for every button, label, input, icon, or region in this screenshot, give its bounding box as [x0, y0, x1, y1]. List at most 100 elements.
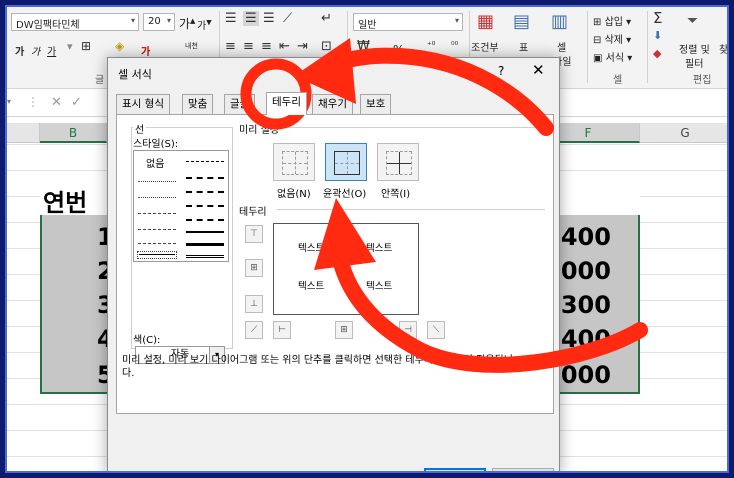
align-right-icon[interactable]: ≡: [261, 39, 272, 54]
border-left-button[interactable]: ⊢: [273, 321, 291, 339]
cell-styles-label[interactable]: 셀: [557, 39, 566, 54]
clear-icon[interactable]: ◆: [653, 47, 661, 60]
border-diagonal-down-button[interactable]: ⟍: [427, 321, 445, 339]
preset-inside-button[interactable]: [377, 143, 419, 181]
border-top-button[interactable]: ⊤: [245, 225, 263, 243]
bold-button[interactable]: 가: [15, 43, 24, 58]
tab-border[interactable]: 테두리: [266, 92, 307, 115]
ok-button[interactable]: 확인: [424, 468, 486, 471]
orientation-icon[interactable]: ⟋: [283, 11, 292, 26]
border-diagonal-up-button[interactable]: ⟋: [245, 321, 263, 339]
comma-button[interactable]: ,: [411, 43, 415, 57]
align-left-icon[interactable]: ≡: [225, 39, 236, 54]
percent-button[interactable]: %: [393, 43, 404, 57]
line-style-option[interactable]: [186, 255, 224, 258]
line-style-option[interactable]: [186, 231, 224, 233]
number-format-combo[interactable]: 일반 ▾: [353, 13, 463, 31]
grow-font-button[interactable]: 가▲: [179, 15, 195, 32]
find-select-label[interactable]: 찾: [719, 41, 727, 56]
tab-alignment[interactable]: 맞춤: [182, 94, 214, 114]
sort-filter-label[interactable]: 정렬 및: [679, 41, 710, 56]
fill-color-icon[interactable]: ◈: [115, 39, 124, 53]
style-none-option[interactable]: 없음: [146, 155, 164, 170]
line-style-option[interactable]: [138, 197, 176, 198]
line-style-option[interactable]: [186, 243, 224, 246]
conditional-format-icon[interactable]: ▦: [477, 11, 494, 32]
line-style-option[interactable]: [186, 161, 224, 162]
fill-icon[interactable]: ⬇: [653, 29, 662, 42]
shrink-font-button[interactable]: 가▼: [197, 17, 212, 32]
format-as-table-icon[interactable]: ▤: [513, 11, 530, 32]
cancel-button[interactable]: 취소: [492, 468, 554, 471]
align-center-icon[interactable]: ≡: [243, 39, 254, 54]
cells-group-label: 셀: [613, 75, 623, 86]
line-style-option[interactable]: [186, 177, 224, 179]
line-style-option[interactable]: [138, 243, 176, 244]
decrease-decimal-icon[interactable]: ⁰⁰: [451, 41, 458, 51]
dropdown-arrow-icon[interactable]: ▾: [67, 40, 73, 53]
column-header-b[interactable]: B: [40, 123, 107, 143]
font-color-button[interactable]: 가: [141, 43, 150, 58]
column-header-g[interactable]: G: [640, 123, 727, 143]
more-options-icon[interactable]: ⋮: [27, 95, 39, 109]
autosum-icon[interactable]: Σ: [653, 9, 662, 27]
border-right-button[interactable]: ⊣: [399, 321, 417, 339]
italic-button[interactable]: 가: [31, 43, 40, 58]
preset-none-button[interactable]: [273, 143, 315, 181]
shrink-font-label: 가: [197, 21, 207, 32]
line-style-option[interactable]: [186, 191, 224, 193]
chevron-down-icon: ▾: [166, 16, 171, 25]
font-size-combo[interactable]: 20 ▾: [143, 13, 175, 31]
line-style-option[interactable]: [186, 219, 224, 221]
line-style-option[interactable]: [138, 229, 176, 230]
preset-none-label[interactable]: 없음(N): [277, 185, 311, 200]
phonetic-button[interactable]: 내천: [185, 41, 198, 51]
preset-group-label: 미리 설정: [239, 125, 279, 136]
delete-button[interactable]: ⊟ 삭제 ▾: [593, 31, 631, 46]
preset-outline-button[interactable]: [325, 143, 367, 181]
wrap-text-icon[interactable]: ↵: [321, 11, 332, 26]
border-bottom-button[interactable]: ⊥: [245, 295, 263, 313]
increase-decimal-button[interactable]: ⁺⁰: [427, 41, 435, 51]
decrease-indent-icon[interactable]: ⇤: [279, 39, 290, 54]
tab-fill[interactable]: 채우기: [312, 94, 353, 114]
border-middle-button[interactable]: ⊞: [245, 259, 263, 277]
color-label: 색(C):: [133, 335, 161, 346]
cell-header-no[interactable]: 연번: [43, 183, 87, 218]
tab-font[interactable]: 글꼴: [224, 94, 256, 114]
align-bottom-icon[interactable]: ☰: [263, 11, 275, 26]
confirm-formula-icon[interactable]: ✓: [71, 95, 82, 110]
preset-inside-label[interactable]: 안쪽(I): [381, 185, 410, 200]
line-style-selected[interactable]: [137, 251, 177, 259]
line-style-option[interactable]: [186, 205, 224, 207]
preset-none-icon: [282, 151, 308, 175]
conditional-format-label[interactable]: 조건부: [471, 39, 499, 54]
help-button[interactable]: ?: [498, 64, 504, 78]
border-icon[interactable]: ⊞: [81, 39, 91, 53]
format-button[interactable]: ▣ 서식 ▾: [593, 49, 632, 64]
line-style-option[interactable]: [138, 181, 176, 182]
select-all-corner[interactable]: [7, 123, 40, 143]
align-top-icon[interactable]: ☰: [225, 11, 237, 26]
name-box-arrow-icon[interactable]: ▾: [7, 97, 11, 106]
border-preview[interactable]: 텍스트 텍스트 텍스트 텍스트: [273, 223, 419, 315]
border-center-button[interactable]: ⊞: [335, 321, 353, 339]
font-name-combo[interactable]: DW임팩타민체 ▾: [11, 13, 139, 31]
close-button[interactable]: ✕: [532, 61, 545, 79]
increase-indent-icon[interactable]: ⇥: [297, 39, 308, 54]
sort-filter-icon[interactable]: ⏷: [687, 13, 698, 29]
format-as-table-label[interactable]: 표: [519, 39, 528, 54]
tab-protection[interactable]: 보호: [360, 94, 392, 114]
currency-icon[interactable]: ₩: [357, 39, 370, 54]
cancel-formula-icon[interactable]: ✕: [51, 95, 62, 110]
insert-button[interactable]: ⊞ 삽입 ▾: [593, 13, 631, 28]
align-middle-icon[interactable]: ☰: [243, 11, 259, 26]
merge-center-icon[interactable]: ⊡: [321, 39, 332, 54]
preset-outline-label[interactable]: 윤곽선(O): [323, 185, 366, 200]
underline-button[interactable]: 가: [47, 43, 56, 58]
dialog-title: 셀 서식: [118, 68, 152, 81]
cell-styles-icon[interactable]: ▥: [551, 11, 568, 32]
line-style-option[interactable]: [138, 213, 176, 214]
tab-number[interactable]: 표시 형식: [116, 94, 170, 114]
line-style-list[interactable]: 없음: [133, 150, 229, 262]
